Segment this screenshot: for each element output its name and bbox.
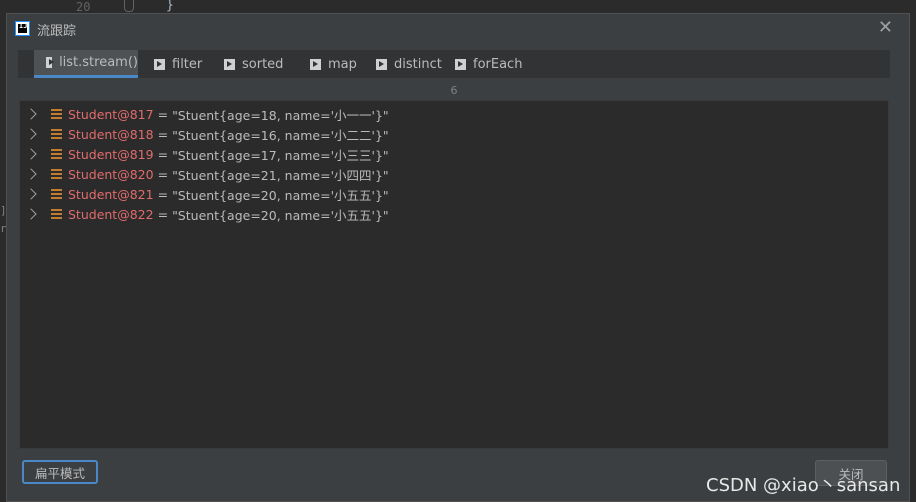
- tab-label: forEach: [473, 56, 523, 72]
- play-icon: [376, 58, 387, 70]
- object-icon: [51, 189, 62, 199]
- object-icon: [51, 209, 62, 219]
- object-value: "Stuent{age=17, name='小三三'}": [172, 147, 389, 163]
- play-icon: [224, 58, 235, 70]
- line-number: 20: [76, 0, 91, 14]
- chevron-right-icon[interactable]: [25, 188, 37, 200]
- tab-liststream[interactable]: list.stream(): [34, 50, 138, 78]
- tab-label: list.stream(): [59, 55, 138, 70]
- object-name: Student@821: [68, 186, 154, 202]
- flat-mode-button[interactable]: 扁平模式: [22, 460, 98, 484]
- tab-sorted[interactable]: sorted: [212, 50, 294, 78]
- chevron-right-icon[interactable]: [25, 108, 37, 120]
- equals-sign: =: [157, 106, 169, 122]
- close-icon[interactable]: ✕: [878, 18, 893, 38]
- object-name: Student@818: [68, 126, 154, 142]
- code-brace: }: [166, 0, 174, 13]
- object-icon: [51, 149, 62, 159]
- equals-sign: =: [157, 166, 169, 182]
- fold-marker-icon: [124, 0, 134, 12]
- chevron-right-icon[interactable]: [25, 128, 37, 140]
- tab-distinct[interactable]: distinct: [364, 50, 446, 78]
- item-count: 6: [450, 84, 458, 97]
- equals-sign: =: [157, 146, 169, 162]
- object-value: "Stuent{age=20, name='小五五'}": [172, 207, 389, 223]
- play-icon: [46, 57, 55, 68]
- object-icon: [51, 129, 62, 139]
- object-value: "Stuent{age=18, name='小一一'}": [172, 107, 389, 123]
- tree-panel: Student@817 = "Stuent{age=18, name='小一一'}"…: [19, 100, 889, 449]
- equals-sign: =: [157, 186, 169, 202]
- play-icon: [455, 58, 466, 70]
- equals-sign: =: [157, 126, 169, 142]
- chevron-right-icon[interactable]: [25, 148, 37, 160]
- chevron-right-icon[interactable]: [25, 168, 37, 180]
- object-value: "Stuent{age=21, name='小四四'}": [172, 167, 389, 183]
- tab-label: map: [328, 56, 357, 72]
- equals-sign: =: [157, 206, 169, 222]
- tab-bar: list.stream() filter sorted map distinct forE…: [18, 50, 890, 78]
- dialog-title: 流跟踪: [37, 24, 77, 39]
- object-value: "Stuent{age=16, name='小二二'}": [172, 127, 389, 143]
- object-name: Student@819: [68, 146, 154, 162]
- object-name: Student@817: [68, 106, 154, 122]
- stream-trace-dialog: IJ 流跟踪 ✕ list.stream() filter sorted map dis…: [6, 13, 910, 502]
- tab-label: sorted: [242, 56, 284, 72]
- chevron-right-icon[interactable]: [25, 208, 37, 220]
- tree-row[interactable]: Student@819 = "Stuent{age=17, name='小三三'}": [20, 144, 888, 164]
- dialog-titlebar: IJ 流跟踪 ✕: [7, 14, 909, 44]
- tab-label: distinct: [394, 56, 442, 72]
- play-icon: [310, 58, 321, 70]
- tab-foreach[interactable]: forEach: [443, 50, 529, 78]
- tree-row[interactable]: Student@817 = "Stuent{age=18, name='小一一'}": [20, 104, 888, 124]
- tree-row[interactable]: Student@818 = "Stuent{age=16, name='小二二'}": [20, 124, 888, 144]
- tree-row[interactable]: Student@822 = "Stuent{age=20, name='小五五'}": [20, 204, 888, 224]
- tab-filter[interactable]: filter: [142, 50, 208, 78]
- tab-label: filter: [172, 56, 203, 72]
- object-icon: [51, 109, 62, 119]
- tree-row[interactable]: Student@820 = "Stuent{age=21, name='小四四'}": [20, 164, 888, 184]
- csdn-watermark: CSDN @xiao丶sansan: [706, 475, 901, 496]
- object-icon: [51, 169, 62, 179]
- play-icon: [154, 58, 165, 70]
- object-name: Student@822: [68, 206, 154, 222]
- tab-map[interactable]: map: [298, 50, 360, 78]
- editor-strip: 20 }: [0, 0, 916, 14]
- tree-row[interactable]: Student@821 = "Stuent{age=20, name='小五五'}": [20, 184, 888, 204]
- object-name: Student@820: [68, 166, 154, 182]
- intellij-app-icon: IJ: [15, 21, 30, 36]
- object-value: "Stuent{age=20, name='小五五'}": [172, 187, 389, 203]
